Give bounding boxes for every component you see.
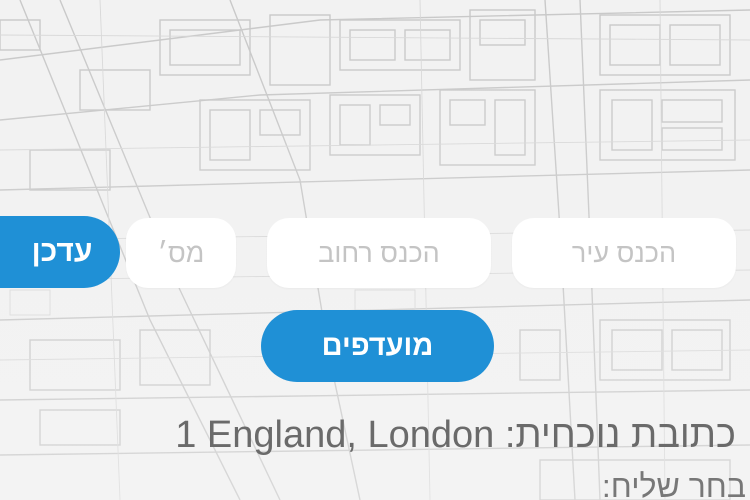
update-button[interactable]: עדכן (0, 216, 120, 288)
choose-courier-prompt: בחר שליח: (601, 468, 746, 500)
house-number-field[interactable] (126, 218, 236, 288)
current-address: כתובת נוכחית: 1 England, London (175, 410, 736, 460)
update-button-label: עדכן (31, 235, 93, 268)
current-address-value: 1 England, London (175, 414, 495, 456)
favorites-button-label: מועדפים (321, 329, 434, 362)
current-address-label: כתובת נוכחית: (504, 414, 736, 456)
city-input[interactable] (512, 218, 736, 288)
favorites-button[interactable]: מועדפים (261, 310, 494, 382)
city-field[interactable] (512, 218, 736, 288)
app-screen: עדכן מועדפים כתובת נוכחית: 1 England, Lo… (0, 0, 750, 500)
house-number-input[interactable] (126, 218, 236, 288)
street-field[interactable] (267, 218, 491, 288)
street-input[interactable] (267, 218, 491, 288)
